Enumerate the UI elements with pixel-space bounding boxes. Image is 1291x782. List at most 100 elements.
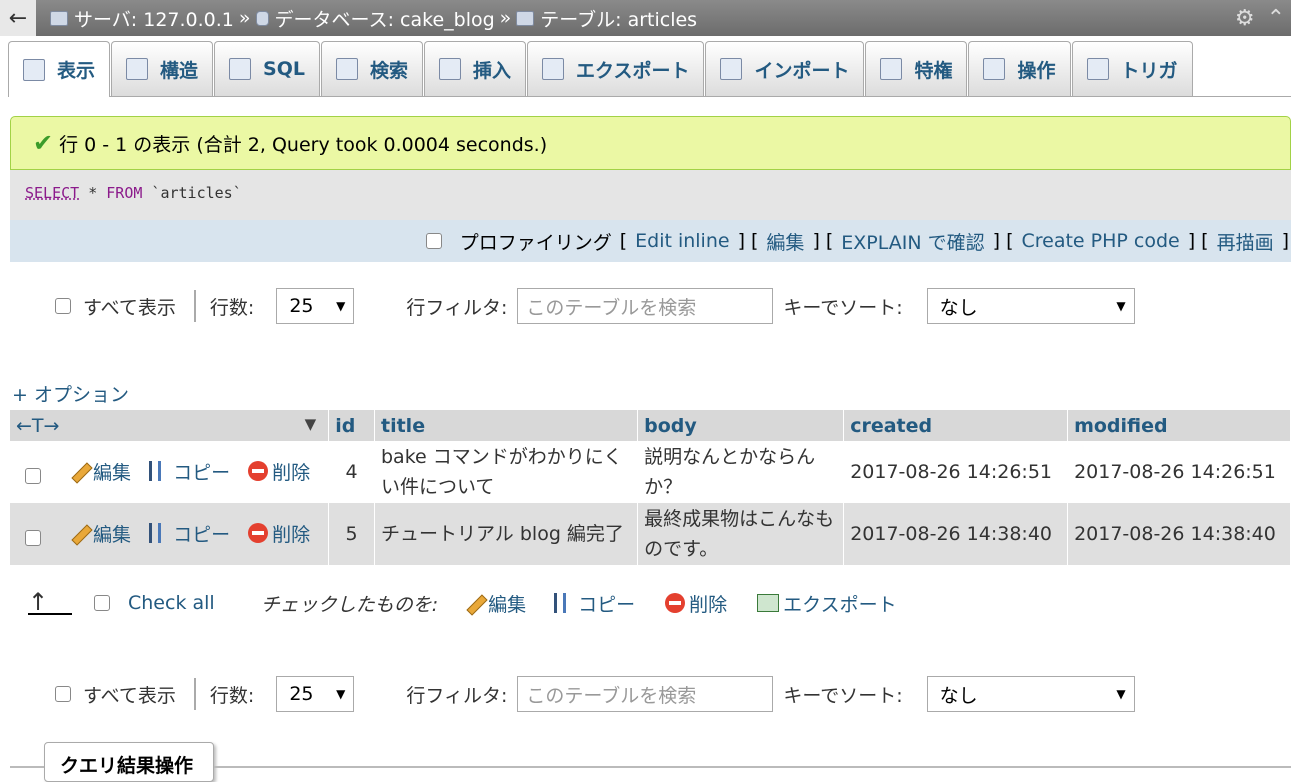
copy-icon	[149, 523, 170, 544]
column-resize-control[interactable]: ←T→ ▼	[10, 410, 330, 441]
show-all-checkbox[interactable]	[55, 298, 71, 314]
breadcrumb-server-label[interactable]: サーバ: 127.0.0.1	[74, 5, 234, 32]
column-header-id[interactable]: id	[328, 410, 375, 441]
table-row: 編集 コピー 削除 4 bake コマンドがわかりにくい件について 説明なんとか…	[10, 441, 1291, 503]
copy-icon	[554, 593, 575, 613]
explain-link[interactable]: EXPLAIN で確認	[841, 228, 984, 255]
row-edit-label: 編集	[93, 523, 132, 546]
breadcrumb-database[interactable]: データベース: cake_blog	[255, 5, 495, 32]
bulk-delete-button[interactable]: 削除	[665, 590, 727, 617]
tab-label: 特権	[914, 59, 953, 82]
rows-select[interactable]: 25 ▼	[276, 676, 355, 712]
sort-by-key-select[interactable]: なし ▼	[926, 676, 1135, 712]
column-header-modified[interactable]: modified	[1067, 410, 1291, 441]
pencil-icon	[69, 461, 89, 481]
checkmark-icon: ✔	[33, 129, 54, 157]
row-delete-label: 削除	[272, 523, 311, 546]
row-edit-button[interactable]: 編集	[69, 458, 131, 485]
cell-created[interactable]: 2017-08-26 14:38:40	[843, 503, 1069, 565]
collapse-icon[interactable]: ⌃	[1267, 6, 1285, 31]
tab-export[interactable]: エクスポート	[527, 41, 705, 96]
tab-label: インポート	[754, 59, 850, 82]
search-icon	[335, 58, 358, 80]
breadcrumb-table-label[interactable]: テーブル: articles	[540, 5, 697, 32]
row-filter-label: 行フィルタ:	[406, 296, 508, 319]
profiling-checkbox[interactable]	[425, 233, 442, 249]
tab-search[interactable]: 検索	[320, 41, 423, 96]
tab-structure[interactable]: 構造	[111, 41, 214, 96]
bulk-arrow-icon: ↑	[28, 590, 72, 615]
breadcrumb-table[interactable]: テーブル: articles	[516, 5, 697, 32]
row-filter-label: 行フィルタ:	[406, 684, 508, 707]
tab-bar: 表示 構造 SQL 検索 挿入 エクスポート インポート 特権 操作 トリガ	[8, 41, 1291, 97]
navigation-row-bottom: すべて表示 行数: 25 ▼ 行フィルタ: このテーブルを検索 キーでソート: な…	[55, 674, 1135, 714]
bulk-copy-button[interactable]: コピー	[554, 590, 635, 617]
profiling-label: プロファイリング	[459, 231, 612, 254]
results-table: ←T→ ▼ id title body created modified 編集 …	[10, 410, 1291, 565]
gear-icon[interactable]: ⚙	[1235, 6, 1255, 31]
check-all-checkbox[interactable]	[94, 595, 110, 611]
sql-select-keyword[interactable]: SELECT	[25, 184, 79, 202]
row-delete-button[interactable]: 削除	[248, 520, 310, 547]
tab-insert[interactable]: 挿入	[424, 41, 527, 96]
bulk-edit-button[interactable]: 編集	[464, 590, 526, 617]
cell-title[interactable]: bake コマンドがわかりにくい件について	[374, 441, 639, 503]
tab-label: 挿入	[473, 59, 512, 82]
cell-body[interactable]: 最終成果物はこんなものです。	[637, 503, 845, 565]
tab-browse[interactable]: 表示	[8, 41, 111, 97]
refresh-link[interactable]: 再描画	[1217, 228, 1274, 255]
row-checkbox[interactable]	[25, 529, 41, 546]
tab-sql[interactable]: SQL	[214, 41, 320, 96]
sort-by-key-select[interactable]: なし ▼	[926, 288, 1135, 324]
navigation-row-top: すべて表示 行数: 25 ▼ 行フィルタ: このテーブルを検索 キーでソート: な…	[55, 286, 1135, 326]
copy-icon	[149, 461, 170, 482]
row-copy-label: コピー	[173, 461, 231, 484]
row-filter-input[interactable]: このテーブルを検索	[517, 676, 774, 712]
tab-triggers[interactable]: トリガ	[1071, 41, 1193, 96]
row-copy-button[interactable]: コピー	[149, 458, 230, 485]
tab-operations[interactable]: 操作	[968, 41, 1071, 96]
cell-modified[interactable]: 2017-08-26 14:38:40	[1067, 503, 1291, 565]
edit-link[interactable]: 編集	[766, 228, 804, 255]
edit-inline-link[interactable]: Edit inline	[635, 230, 729, 252]
sql-icon	[229, 58, 252, 80]
breadcrumb-server[interactable]: サーバ: 127.0.0.1	[50, 5, 234, 32]
bracket: ]	[812, 230, 820, 252]
cell-id[interactable]: 5	[328, 503, 375, 565]
back-arrow-button[interactable]: ←	[0, 0, 36, 36]
breadcrumb-database-label[interactable]: データベース: cake_blog	[275, 5, 495, 32]
bulk-copy-label: コピー	[578, 593, 636, 616]
with-selected-label: チェックしたものを:	[260, 593, 439, 616]
row-delete-button[interactable]: 削除	[248, 458, 310, 485]
cell-modified[interactable]: 2017-08-26 14:26:51	[1067, 441, 1291, 503]
create-php-code-link[interactable]: Create PHP code	[1021, 230, 1179, 252]
row-checkbox[interactable]	[25, 467, 41, 484]
row-copy-button[interactable]: コピー	[149, 520, 230, 547]
column-header-created[interactable]: created	[843, 410, 1069, 441]
rows-select[interactable]: 25 ▼	[276, 288, 355, 324]
row-filter-input[interactable]: このテーブルを検索	[517, 288, 774, 324]
delete-icon	[248, 461, 269, 482]
cell-body[interactable]: 説明なんとかならんか？	[637, 441, 845, 503]
rows-select-value: 25	[289, 295, 314, 317]
query-results-operations-legend: クエリ結果操作	[44, 742, 214, 782]
sort-dropdown-arrow-icon[interactable]: ▼	[305, 415, 317, 433]
cell-created[interactable]: 2017-08-26 14:26:51	[843, 441, 1069, 503]
row-edit-button[interactable]: 編集	[69, 520, 131, 547]
column-header-body[interactable]: body	[637, 410, 845, 441]
dropdown-arrow-icon: ▼	[336, 687, 346, 701]
row-edit-label: 編集	[93, 461, 132, 484]
options-link[interactable]: + オプション	[12, 380, 129, 407]
check-all-label[interactable]: Check all	[128, 592, 215, 614]
show-all-checkbox[interactable]	[55, 686, 71, 702]
breadcrumb-bar: ← サーバ: 127.0.0.1 » データベース: cake_blog » テ…	[0, 0, 1291, 36]
column-header-title[interactable]: title	[374, 410, 639, 441]
cell-title[interactable]: チュートリアル blog 編完了	[374, 503, 639, 565]
cell-id[interactable]: 4	[328, 441, 375, 503]
expand-columns-arrows[interactable]: ←T→	[16, 415, 59, 437]
tab-privileges[interactable]: 特権	[865, 41, 968, 96]
table-header-row: ←T→ ▼ id title body created modified	[10, 410, 1291, 441]
bulk-export-button[interactable]: エクスポート	[757, 590, 897, 617]
tab-import[interactable]: インポート	[705, 41, 865, 96]
dropdown-arrow-icon: ▼	[336, 299, 346, 313]
